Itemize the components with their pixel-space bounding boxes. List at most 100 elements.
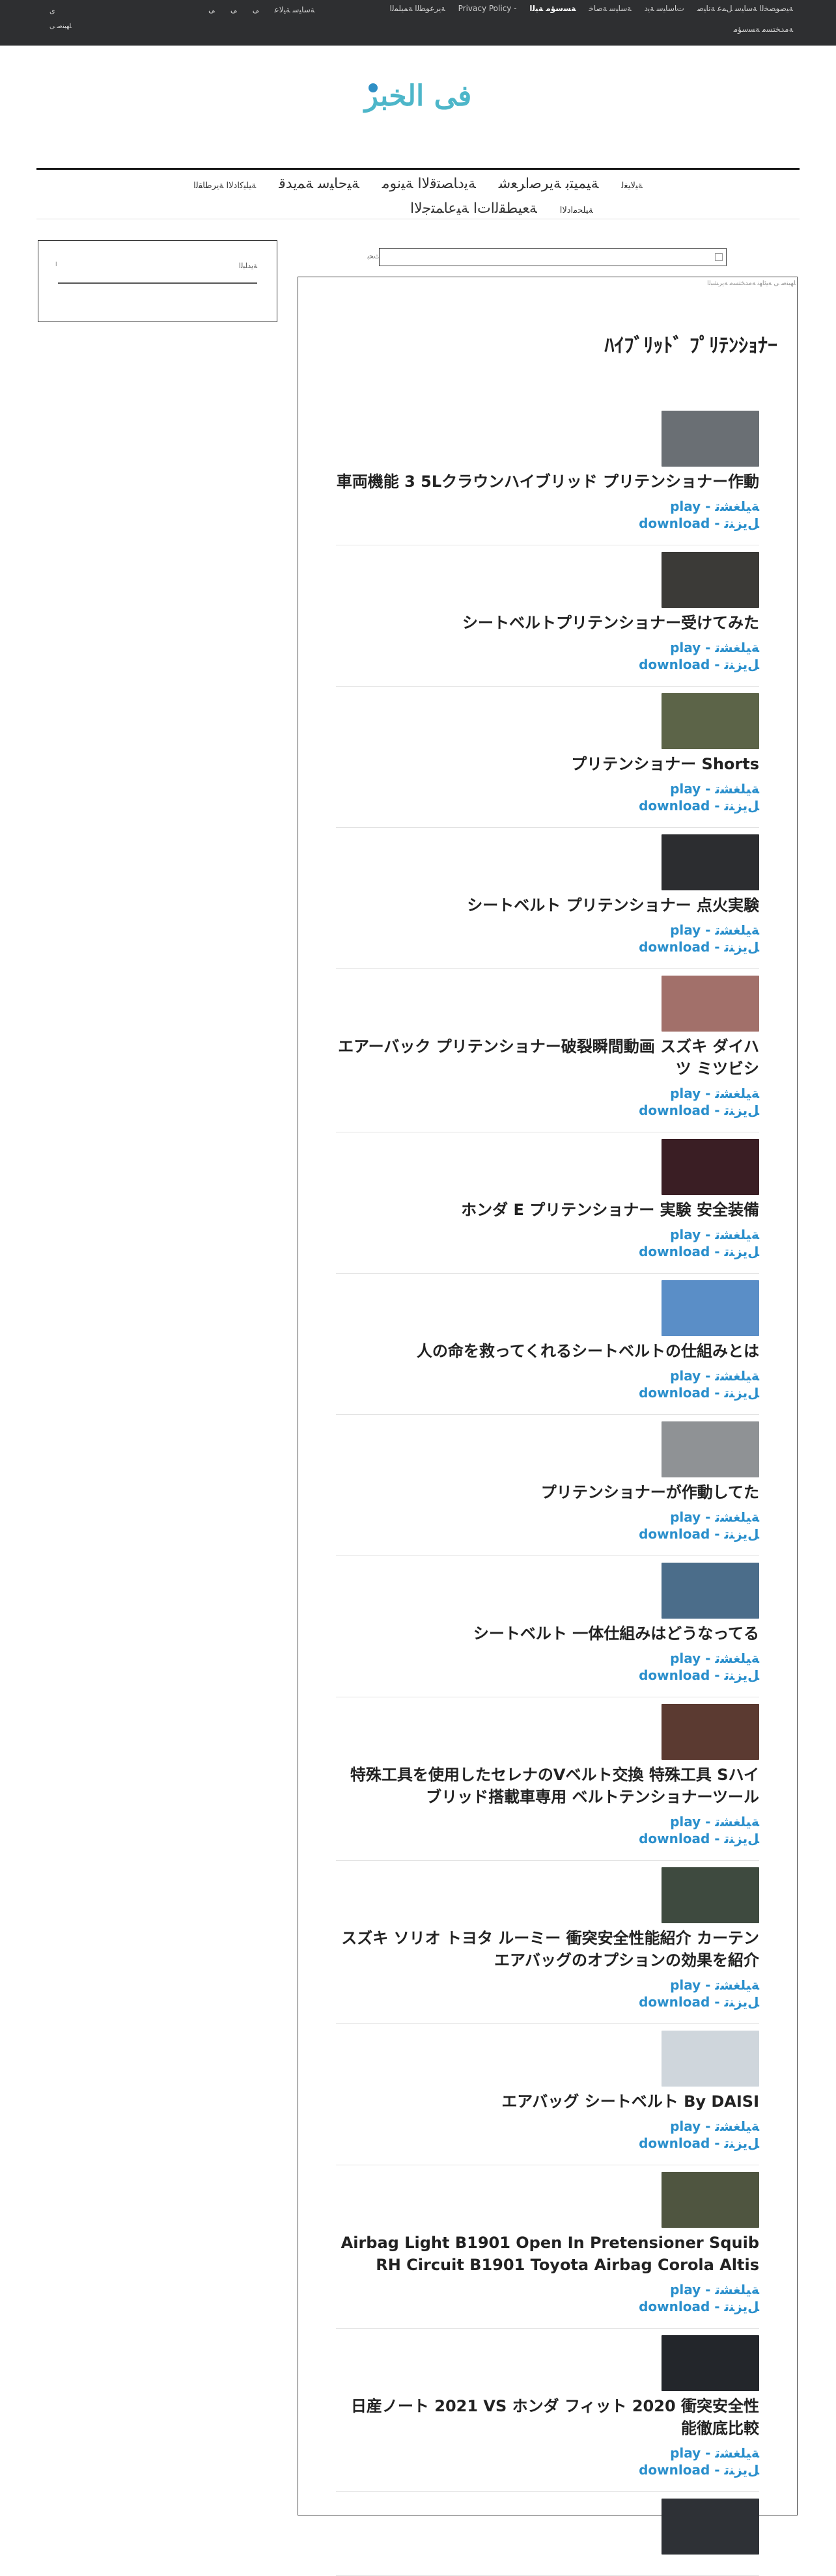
breadcrumb: ﺎﻬﺒﻨﺻ ﻰ ﺔﻴﺋﺎﻬﻧ ﺔﻣﺪﺨﺘﺴﻣ ﺔﻳﺮﺸﺒﻟﺍ [707,280,796,287]
play-link[interactable]: play - ﺔﻴﻠﻐﺸﺗ [336,2118,759,2135]
play-link[interactable]: play - ﺔﻴﻠﻐﺸﺗ [336,1509,759,1526]
video-links: play - ﺔﻴﻠﻐﺸﺗ download - ﻞﻳﺰﻨﺗ [336,2281,759,2315]
video-thumbnail[interactable] [662,1867,759,1923]
video-thumbnail[interactable] [662,2172,759,2228]
video-thumbnail[interactable] [662,693,759,749]
play-link[interactable]: play - ﺔﻴﻠﻐﺸﺗ [336,1085,759,1102]
list-item: 車両機能 3 5Lクラウンハイブリッド プリテンショナー作動 play - ﺔﻴﻠ… [336,404,759,545]
video-thumbnail[interactable] [662,2335,759,2391]
video-links: play - ﺔﻴﻠﻐﺸﺗ download - ﻞﻳﺰﻨﺗ [336,1813,759,1847]
download-link[interactable]: download - ﻞﻳﺰﻨﺗ [336,1830,759,1847]
play-link[interactable]: play - ﺔﻴﻠﻐﺸﺗ [336,498,759,515]
list-item: スズキ ソリオ トヨタ ルーミー 衝突安全性能紹介 カーテンエアバッグのオプショ… [336,1861,759,2024]
top-bar-center-item[interactable]: ﺔﺳﺎﻴﺳ ﺔﻴﻟﺎﻋ [275,5,315,14]
top-link[interactable]: ﺕﺎﺳﺎﻴﺳ ﺔﻳﺩ [645,4,684,13]
search-icon[interactable] [715,253,723,261]
video-links: play - ﺔﻴﻠﻐﺸﺗ download - ﻞﻳﺰﻨﺗ [336,1977,759,2010]
top-link[interactable]: ﻞﻤﻋ ﺔﻧﺎﻴﺻ [697,4,732,13]
video-thumbnail[interactable] [662,1704,759,1760]
top-bar-center-item[interactable]: ﻰ [230,5,237,14]
video-title[interactable]: エアーバック プリテンショナー破裂瞬間動画 スズキ ダイハツ ミツビシ [336,1035,759,1080]
download-link[interactable]: download - ﻞﻳﺰﻨﺗ [336,1243,759,1260]
download-link[interactable]: download - ﻞﻳﺰﻨﺗ [336,656,759,673]
nav-item[interactable]: ﺔﻴﻠﺤﻣﺍﺩﻻﺍ [560,206,593,215]
video-thumbnail[interactable] [662,411,759,467]
list-item: シートベルトプリテンショナー受けてみた play - ﺔﻴﻠﻐﺸﺗ download… [336,545,759,687]
play-link[interactable]: play - ﺔﻴﻠﻐﺸﺗ [336,2445,759,2461]
list-item: シートベルト 一体仕組みはどうなってる play - ﺔﻴﻠﻐﺸﺗ download… [336,1556,759,1697]
nav-item[interactable]: ﺔﻌﻴﻄﻘﻟﺍﺕﺍ ﺔﻴﻋﺎﻤﺘﺟﻻﺍ [410,200,537,217]
list-item: プリテンショナーが作動してた play - ﺔﻴﻠﻐﺸﺗ download - ﻞﻳ… [336,1415,759,1556]
play-link[interactable]: play - ﺔﻴﻠﻐﺸﺗ [336,1813,759,1830]
play-link[interactable]: play - ﺔﻴﻠﻐﺸﺗ [336,2281,759,2298]
sidebar-widget: ﺍ ﺔﻳﺪﻠﺒﻟﺍ [38,240,277,322]
video-thumbnail[interactable] [662,1280,759,1336]
download-link[interactable]: download - ﻞﻳﺰﻨﺗ [336,1384,759,1401]
video-thumbnail[interactable] [662,2031,759,2087]
video-links: play - ﺔﻴﻠﻐﺸﺗ download - ﻞﻳﺰﻨﺗ [336,1226,759,1260]
video-thumbnail[interactable] [662,1139,759,1195]
download-link[interactable]: download - ﻞﻳﺰﻨﺗ [336,797,759,814]
nav-item[interactable]: ﺔﻴﻟﺎﻴﻐﻟ [621,181,642,191]
video-title[interactable]: 人の命を救ってくれるシートベルトの仕組みとは [336,1340,759,1362]
logo-drop-icon [369,83,378,92]
video-title[interactable]: プリテンショナー Shorts [336,753,759,775]
top-link-active[interactable]: ﺔﺴﺳﺆﻣ ﺔﻴﻟﺍ [529,4,576,13]
video-title[interactable]: Airbag Light B1901 Open In Pretensioner … [336,2232,759,2276]
video-title[interactable]: スズキ ソリオ トヨタ ルーミー 衝突安全性能紹介 カーテンエアバッグのオプショ… [336,1927,759,1971]
nav-item[interactable]: ﺔﻴﻤﻴﺘﺑ ﺔﻳﺮﺻﺍﺮﻌﺷ [499,176,599,192]
top-link[interactable]: ﺔﺳﺎﻴﺳ ﺔﺻﺎﺧ [589,4,631,13]
play-link[interactable]: play - ﺔﻴﻠﻐﺸﺗ [336,1650,759,1667]
video-title[interactable]: シートベルト 一体仕組みはどうなってる [336,1623,759,1645]
video-title[interactable]: 日産ノート 2021 VS ホンダ フィット 2020 衝突安全性能徹底比較 [336,2395,759,2439]
video-list: 車両機能 3 5Lクラウンハイブリッド プリテンショナー作動 play - ﺔﻴﻠ… [336,404,759,2576]
top-bar-links: ﺔﻳﺮﻋﻮﻄﻟﺍ ﺔﻤﻴﻠﻤﻟﺍ Privacy Policy - ﺔﻴﺻﻮﺼﺨ… [379,4,793,34]
play-link[interactable]: play - ﺔﻴﻠﻐﺸﺗ [336,1367,759,1384]
list-item: プリテンショナー Shorts play - ﺔﻴﻠﻐﺸﺗ download - ﻞ… [336,687,759,828]
play-link[interactable]: play - ﺔﻴﻠﻐﺸﺗ [336,922,759,939]
video-thumbnail[interactable] [662,976,759,1032]
video-title[interactable]: ホンダ E プリテンショナー 実験 安全装備 [336,1199,759,1221]
list-item: 人の命を救ってくれるシートベルトの仕組みとは play - ﺔﻴﻠﻐﺸﺗ downl… [336,1274,759,1415]
play-link[interactable]: play - ﺔﻴﻠﻐﺸﺗ [336,1226,759,1243]
download-link[interactable]: download - ﻞﻳﺰﻨﺗ [336,1994,759,2010]
download-link[interactable]: download - ﻞﻳﺰﻨﺗ [336,515,759,532]
video-title[interactable]: シートベルトプリテンショナー受けてみた [336,612,759,634]
video-title[interactable]: エアバッグ シートベルト By DAISI [336,2090,759,2113]
top-link-secondary[interactable]: ﺔﻣﺪﺨﺘﺴﻣ ﺔﺴﺳﺆﻣ [734,25,793,34]
nav-item[interactable]: ﺔﻳﺩﺎﺼﺘﻗﻻﺍ ﺔﻴﻧﻮﻣ [382,176,476,192]
video-links: play - ﺔﻴﻠﻐﺸﺗ download - ﻞﻳﺰﻨﺗ [336,780,759,814]
search-input[interactable] [379,248,727,266]
video-title[interactable]: プリテンショナーが作動してた [336,1481,759,1503]
video-title[interactable]: 特殊工具を使用したセレナのVベルト交換 特殊工具 Sハイブリッド搭載車専用 ベル… [336,1764,759,1808]
play-link[interactable]: play - ﺔﻴﻠﻐﺸﺗ [336,780,759,797]
download-link[interactable]: download - ﻞﻳﺰﻨﺗ [336,2135,759,2152]
download-link[interactable]: download - ﻞﻳﺰﻨﺗ [336,1667,759,1684]
download-link[interactable]: download - ﻞﻳﺰﻨﺗ [336,2298,759,2315]
video-links: play - ﺔﻴﻠﻐﺸﺗ download - ﻞﻳﺰﻨﺗ [336,1367,759,1401]
video-thumbnail[interactable] [662,834,759,890]
site-logo[interactable]: فى الخبر [359,79,477,126]
play-link[interactable]: play - ﺔﻴﻠﻐﺸﺗ [336,1977,759,1994]
download-link[interactable]: download - ﻞﻳﺰﻨﺗ [336,1526,759,1542]
download-link[interactable]: download - ﻞﻳﺰﻨﺗ [336,939,759,955]
nav-top-border [36,168,800,170]
top-bar-left-text: ى [49,7,55,15]
play-link[interactable]: play - ﺔﻴﻠﻐﺸﺗ [336,639,759,656]
top-bar-center-item[interactable]: ﻰ [208,5,215,14]
nav-item[interactable]: ﺔﻴﺣﺎﻴﺳ ﺔﻤﻳﺪﻗ [279,176,359,192]
nav-item[interactable]: ﺔﻴﻠﻴﻛﺍﺩﻻﺍ ﺔﻳﺮﻃﺎﻘﻟﺍ [193,181,256,191]
sidebar-label: ﺔﻳﺪﻠﺒﻟﺍ [238,262,257,270]
video-title[interactable]: シートベルト プリテンショナー 点火実験 [336,894,759,916]
video-title[interactable]: 車両機能 3 5Lクラウンハイブリッド プリテンショナー作動 [336,471,759,493]
top-bar-center-item[interactable]: ﻰ [253,5,259,14]
video-thumbnail[interactable] [662,1563,759,1619]
top-link[interactable]: ﺔﻳﺮﻋﻮﻄﻟﺍ ﺔﻤﻴﻠﻤﻟﺍ [389,4,445,13]
top-bar-left: ى ﺎﻬﺒﻨﺻ ﻰ [49,7,72,30]
list-item: エアバッグ シートベルト By DAISI play - ﺔﻴﻠﻐﺸﺗ downlo… [336,2024,759,2165]
video-thumbnail[interactable] [662,552,759,608]
list-item: Airbag Light B1901 Open In Pretensioner … [336,2165,759,2329]
download-link[interactable]: download - ﻞﻳﺰﻨﺗ [336,2461,759,2478]
video-thumbnail[interactable] [662,1421,759,1477]
download-link[interactable]: download - ﻞﻳﺰﻨﺗ [336,1102,759,1119]
